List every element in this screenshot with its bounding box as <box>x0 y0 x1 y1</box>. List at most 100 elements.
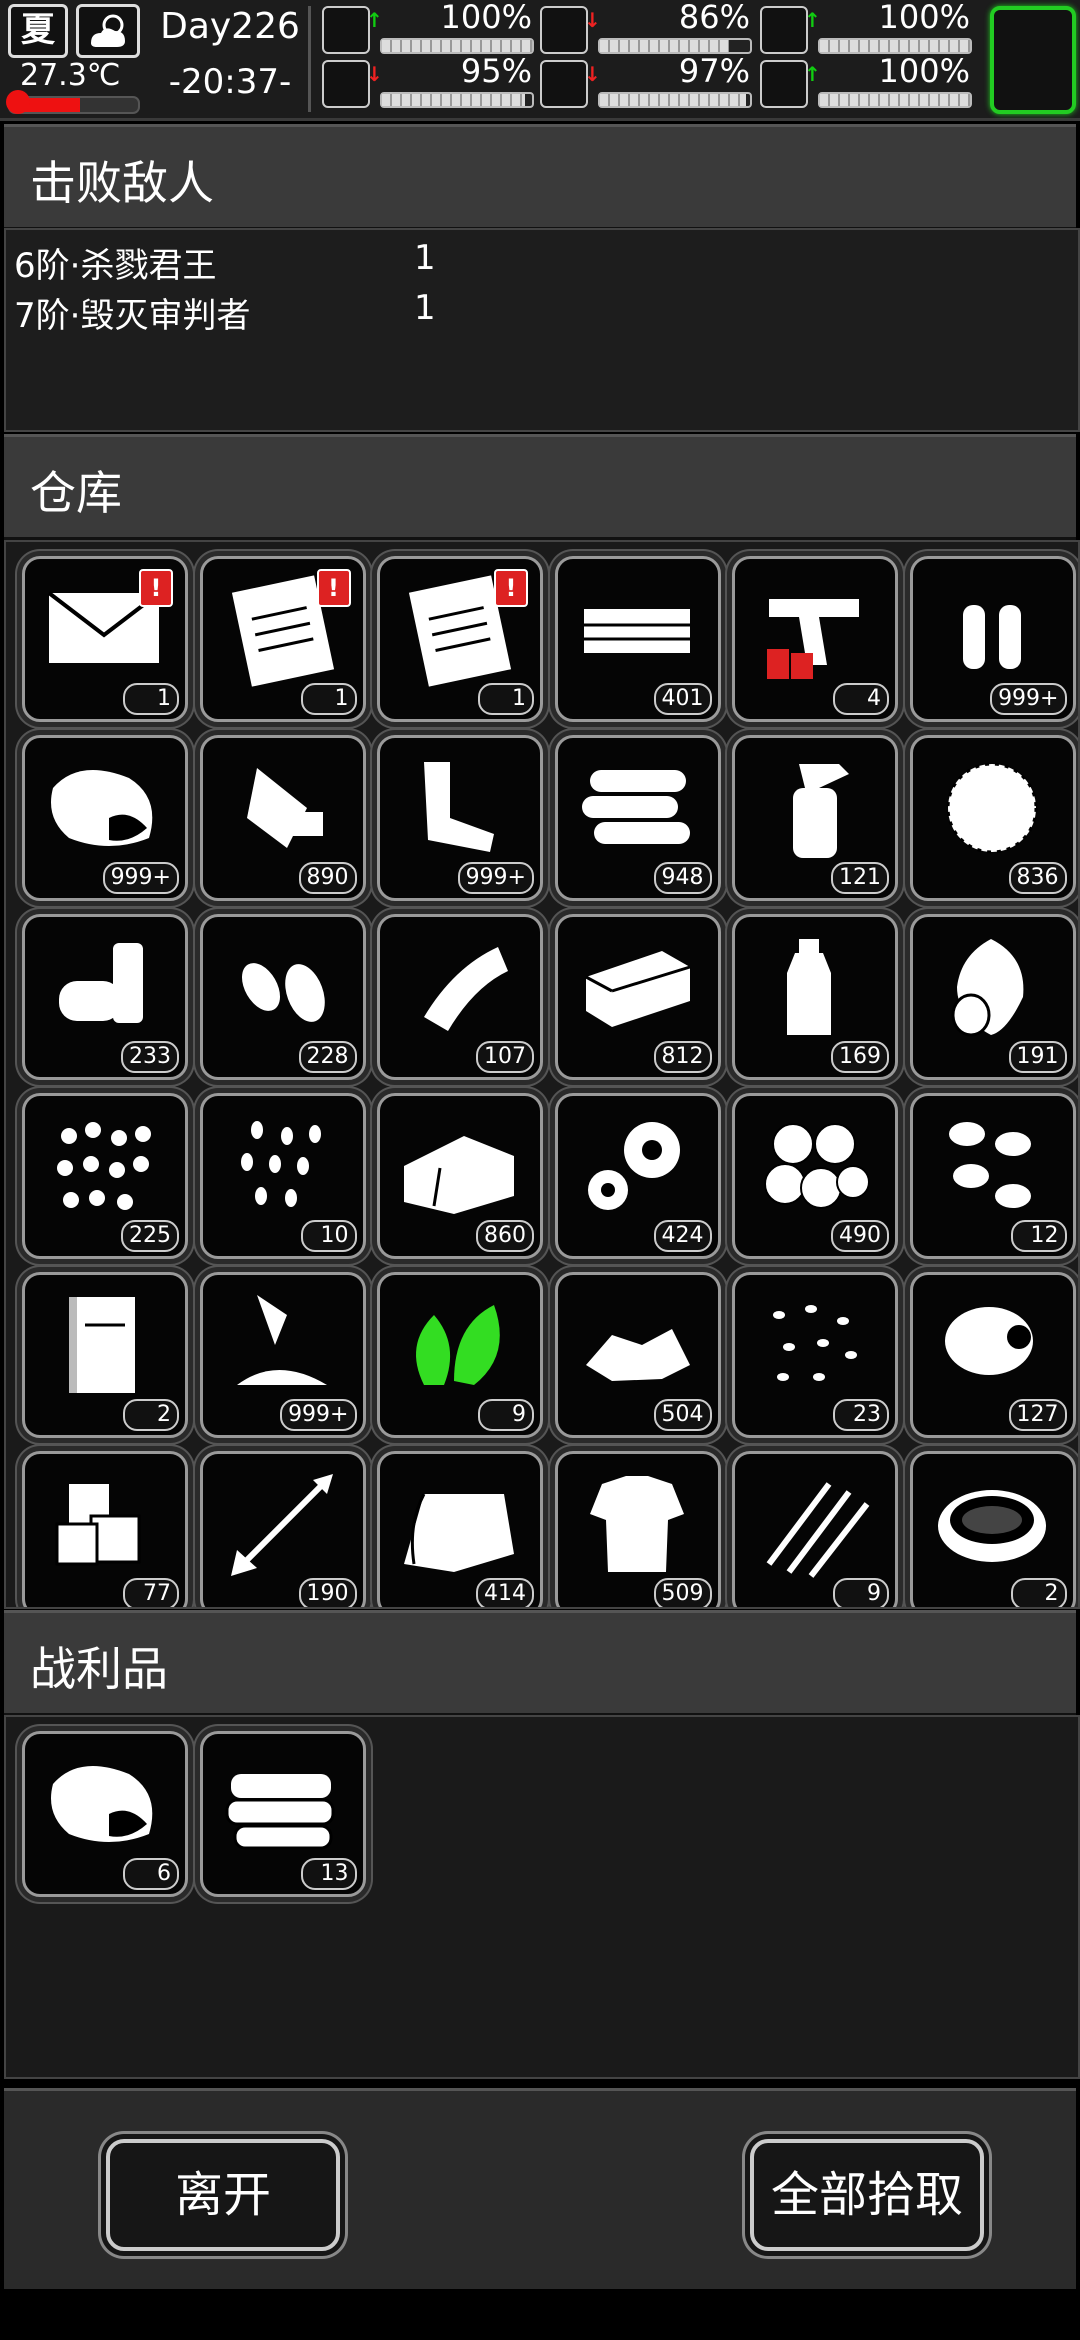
arrow-icon <box>230 1474 333 1576</box>
item-count: 169 <box>831 1041 889 1073</box>
alert-badge: ! <box>494 569 528 607</box>
item-count: 10 <box>300 1220 357 1252</box>
leave-button[interactable]: 离开 <box>106 2139 340 2251</box>
take-all-button[interactable]: 全部拾取 <box>750 2139 984 2251</box>
enemy-count: 1 <box>414 238 436 278</box>
item-count: 948 <box>653 862 712 894</box>
inventory-slot[interactable]: 2 <box>909 1451 1076 1607</box>
arrow-up-icon: ↑ <box>804 8 821 32</box>
arrow-down-icon: ↓ <box>366 62 383 86</box>
gears-icon <box>587 1122 680 1210</box>
game-clock: -20:37- <box>168 62 292 102</box>
enemy-name: 6阶·杀戮君王 <box>14 246 217 286</box>
thermometer-icon <box>6 90 30 114</box>
item-count: 107 <box>476 1041 534 1073</box>
warehouse-header: 仓库 <box>4 434 1076 540</box>
weather-icon <box>76 4 140 58</box>
inventory-slot[interactable]: 228 <box>199 914 366 1080</box>
divider <box>308 6 311 112</box>
item-count: 860 <box>476 1220 534 1252</box>
inventory-slot[interactable]: 233 <box>22 914 188 1080</box>
inventory-slot[interactable]: 424 <box>554 1093 721 1259</box>
inventory-slot[interactable]: 107 <box>377 914 543 1080</box>
inventory-slot[interactable]: 4 <box>732 556 898 722</box>
inventory-slot[interactable]: 509 <box>554 1451 721 1607</box>
rice-grains-icon <box>773 1305 857 1381</box>
stat-bar <box>818 92 972 108</box>
menu-button[interactable] <box>990 6 1076 114</box>
fiber-icon <box>946 762 1037 854</box>
bullets-icon <box>962 605 1021 669</box>
item-count: 9 <box>833 1578 889 1607</box>
inventory-slot[interactable]: 999+ <box>199 1272 366 1438</box>
item-count: 13 <box>300 1858 357 1890</box>
inventory-slot[interactable]: 23 <box>732 1272 898 1438</box>
herb-icon <box>416 1305 500 1385</box>
inventory-slot[interactable]: 836 <box>909 735 1076 901</box>
inventory-slot[interactable]: 191 <box>909 914 1076 1080</box>
inventory-slot[interactable]: 77 <box>22 1451 188 1607</box>
foot-icon <box>322 60 370 108</box>
inventory-slot[interactable]: 999+ <box>909 556 1076 722</box>
inventory-slot[interactable]: 12 <box>909 1093 1076 1259</box>
scrap-bottle-icon <box>246 768 323 848</box>
inventory-slot[interactable]: 948 <box>554 735 721 901</box>
inventory-slot[interactable]: ! 1 <box>377 556 543 722</box>
earplugs-icon <box>241 963 325 1022</box>
inventory-slot[interactable]: 13 <box>199 1731 366 1897</box>
inventory-slot[interactable]: 999+ <box>377 735 543 901</box>
water-bottle-icon <box>787 939 831 1035</box>
item-count: 1 <box>478 683 534 715</box>
stone-rubble-icon <box>585 1329 690 1381</box>
inventory-slot[interactable]: ! 1 <box>199 556 366 722</box>
item-count: 190 <box>298 1578 357 1607</box>
item-count: 414 <box>476 1578 534 1607</box>
arrow-down-icon: ↓ <box>584 62 601 86</box>
item-count: 12 <box>1010 1220 1067 1252</box>
inventory-slot[interactable]: 10 <box>199 1093 366 1259</box>
enemies-title: 击败敌人 <box>30 156 214 210</box>
stat-value: 100% <box>878 52 970 90</box>
inventory-slot[interactable]: 9 <box>377 1272 543 1438</box>
item-count: 999+ <box>990 683 1067 715</box>
inventory-slot[interactable]: 999+ <box>22 735 188 901</box>
item-count: 999+ <box>457 862 534 894</box>
cotton-balls-icon <box>764 1123 870 1209</box>
inventory-slot[interactable]: 890 <box>199 735 366 901</box>
meat-icon <box>51 1766 153 1842</box>
item-count: 6 <box>123 1858 179 1890</box>
enemy-count: 1 <box>414 288 436 328</box>
inventory-slot[interactable]: 169 <box>732 914 898 1080</box>
inventory-slot[interactable]: 9 <box>732 1451 898 1607</box>
inventory-slot[interactable]: 121 <box>732 735 898 901</box>
stat-value: 100% <box>878 0 970 36</box>
inventory-slot[interactable]: 2 <box>22 1272 188 1438</box>
cloth-pile-icon <box>225 1774 334 1850</box>
bandage-icon <box>424 947 508 1031</box>
water-drop-icon <box>540 60 588 108</box>
item-count: 9 <box>478 1399 534 1431</box>
health-icon <box>322 6 370 54</box>
inventory-slot[interactable]: 6 <box>22 1731 188 1897</box>
inventory-slot[interactable]: 414 <box>377 1451 543 1607</box>
item-count: 1 <box>123 683 179 715</box>
inventory-slot[interactable]: 812 <box>554 914 721 1080</box>
inventory-slot[interactable]: 190 <box>199 1451 366 1607</box>
inventory-slot[interactable]: 401 <box>554 556 721 722</box>
arrow-down-icon: ↓ <box>584 8 601 32</box>
meat-icon <box>51 770 153 846</box>
arrow-up-icon: ↑ <box>366 8 383 32</box>
inventory-slot[interactable]: 127 <box>909 1272 1076 1438</box>
loot-grid: 6 13 <box>4 1715 1080 2079</box>
book-icon <box>69 1297 135 1393</box>
loot-header: 战利品 <box>4 1610 1076 1716</box>
inventory-slot[interactable]: 860 <box>377 1093 543 1259</box>
item-count: 191 <box>1008 1041 1067 1073</box>
claw-marks-icon <box>766 1482 870 1578</box>
inventory-slot[interactable]: 504 <box>554 1272 721 1438</box>
inventory-slot[interactable]: ! 1 <box>22 556 188 722</box>
item-count: 23 <box>833 1399 889 1431</box>
inventory-slot[interactable]: 225 <box>22 1093 188 1259</box>
season-indicator: 夏 <box>8 4 68 58</box>
inventory-slot[interactable]: 490 <box>732 1093 898 1259</box>
